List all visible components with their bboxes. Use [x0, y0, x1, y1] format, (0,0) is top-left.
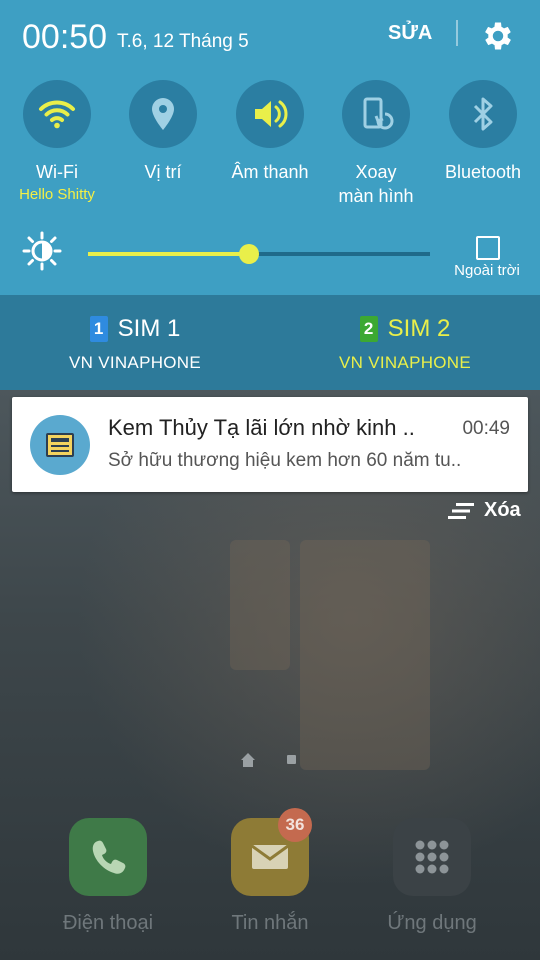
outdoor-checkbox[interactable]: [476, 236, 500, 260]
location-toggle[interactable]: Vị trí: [113, 80, 213, 184]
divider: [456, 20, 458, 46]
sim-2-item[interactable]: 2 SIM 2 VN VINAPHONE: [270, 315, 540, 373]
dock-app-messages[interactable]: Tin nhắn: [190, 818, 350, 935]
dock-app-phone[interactable]: Điện thoại: [28, 818, 188, 935]
phone-app-label: Điện thoại: [62, 912, 154, 934]
rotate-button[interactable]: [342, 80, 410, 148]
rotate-icon: [363, 97, 394, 130]
clear-label: Xóa: [484, 499, 521, 521]
wifi-label: Wi-Fi: [36, 162, 78, 182]
notification-title: Kem Thủy Tạ lãi lớn nhờ kinh ..: [108, 415, 415, 440]
wifi-toggle[interactable]: Wi-Fi Hello Shitty: [7, 80, 107, 203]
gear-icon[interactable]: [480, 18, 516, 54]
status-date: T.6, 12 Tháng 5: [117, 31, 249, 52]
notification-time: 00:49: [462, 418, 510, 439]
phone-app-tile[interactable]: [69, 818, 147, 896]
location-icon: [152, 98, 174, 130]
location-button[interactable]: [129, 80, 197, 148]
rotate-label: Xoay màn hình: [338, 162, 414, 206]
brightness-icon[interactable]: [22, 231, 62, 271]
home-page-indicator-icon: [241, 753, 255, 767]
phone-icon: [92, 840, 126, 874]
clear-all-icon: [448, 502, 474, 519]
apps-icon: [415, 840, 449, 874]
sim-2-badge: 2: [359, 316, 378, 342]
quick-settings-panel: 00:50 T.6, 12 Tháng 5 SỬA Wi-Fi Hello Sh…: [0, 0, 540, 295]
apps-app-label: Ứng dụng: [387, 912, 477, 934]
news-app-icon: [30, 415, 90, 475]
sim-2-name: SIM 2: [387, 315, 451, 342]
rotate-toggle[interactable]: Xoay màn hình: [326, 80, 426, 208]
sound-icon: [255, 100, 288, 128]
sound-button[interactable]: [236, 80, 304, 148]
notification-card[interactable]: Kem Thủy Tạ lãi lớn nhờ kinh .. 00:49 Sở…: [12, 397, 528, 492]
wifi-icon: [39, 100, 75, 129]
wifi-network-name: Hello Shitty: [19, 186, 95, 203]
sim-selector-bar: 1 SIM 1 VN VINAPHONE 2 SIM 2 VN VINAPHON…: [0, 295, 540, 390]
brightness-slider-fill: [88, 252, 249, 256]
brightness-slider-thumb[interactable]: [238, 244, 259, 264]
sim-1-carrier: VN VINAPHONE: [68, 353, 202, 372]
messages-app-label: Tin nhắn: [231, 912, 309, 934]
wallpaper-figure: [300, 540, 430, 770]
outdoor-label: Ngoài trời: [454, 262, 520, 279]
unread-count-badge: 36: [278, 808, 312, 842]
sim-2-carrier: VN VINAPHONE: [338, 353, 472, 372]
wifi-button[interactable]: [23, 80, 91, 148]
notification-body: Sở hữu thương hiệu kem hơn 60 năm tu..: [108, 450, 462, 471]
brightness-slider[interactable]: [88, 244, 430, 264]
apps-app-tile[interactable]: [393, 818, 471, 896]
message-icon: [251, 844, 289, 869]
location-label: Vị trí: [144, 162, 182, 182]
status-time: 00:50: [22, 18, 108, 56]
sim-1-name: SIM 1: [117, 315, 181, 342]
bluetooth-button[interactable]: [449, 80, 517, 148]
newspaper-icon: [46, 433, 74, 457]
bluetooth-label: Bluetooth: [444, 162, 522, 182]
bluetooth-toggle[interactable]: Bluetooth: [433, 80, 533, 184]
wallpaper-figure-arm: [230, 540, 290, 670]
dock-app-apps[interactable]: Ứng dụng: [352, 818, 512, 935]
page-indicator: [287, 755, 296, 764]
clear-notifications-button[interactable]: Xóa: [448, 499, 521, 522]
edit-button[interactable]: SỬA: [388, 22, 432, 45]
sound-label: Âm thanh: [231, 162, 309, 182]
sim-1-item[interactable]: 1 SIM 1 VN VINAPHONE: [0, 315, 270, 373]
bluetooth-icon: [473, 97, 493, 131]
sim-1-badge: 1: [89, 316, 108, 342]
sound-toggle[interactable]: Âm thanh: [220, 80, 320, 184]
